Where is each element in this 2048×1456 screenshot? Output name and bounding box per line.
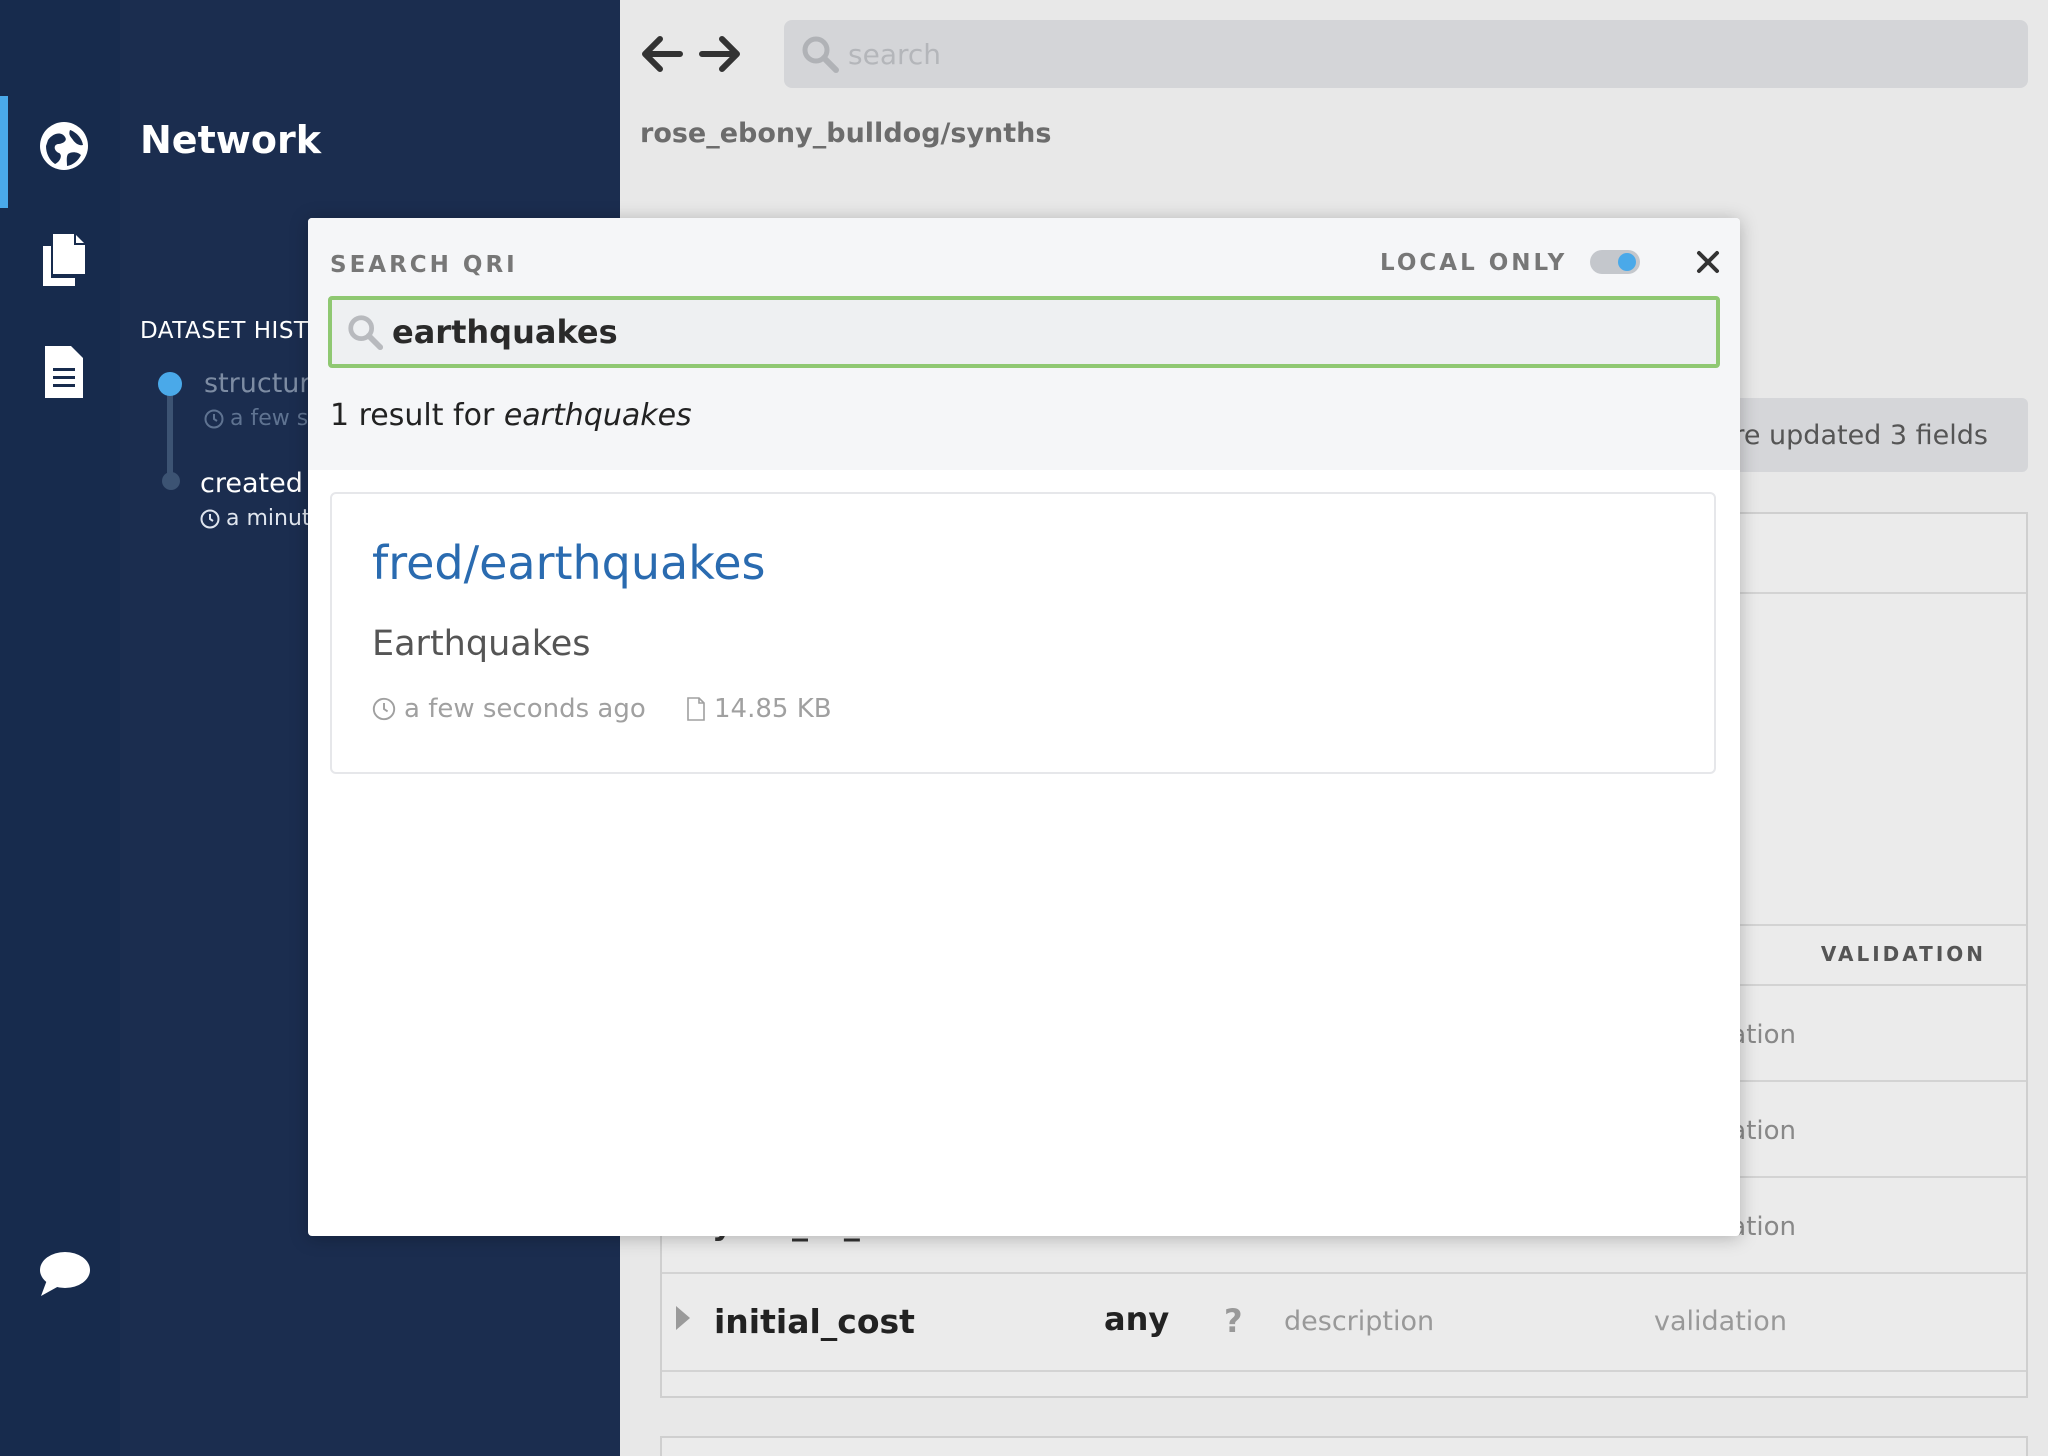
dataset-path: rose_ebony_bulldog/synths [640, 118, 1052, 149]
toggle-knob [1618, 253, 1636, 271]
timeline-dot-active [158, 372, 182, 396]
required-icon[interactable]: ? [1224, 1302, 1243, 1340]
globe-icon[interactable] [36, 118, 92, 174]
result-time-label: a few seconds ago [404, 694, 646, 724]
field-description[interactable]: description [1284, 1306, 1434, 1337]
divider [662, 1370, 2026, 1372]
timeline-dot [162, 472, 180, 490]
result-size-label: 14.85 KB [714, 694, 832, 724]
next-panel [660, 1436, 2028, 1456]
top-search-input[interactable] [848, 37, 1948, 71]
result-count-prefix: 1 result for [330, 398, 504, 433]
result-card[interactable]: fred/earthquakes Earthquakes a few secon… [330, 492, 1716, 774]
active-indicator [0, 96, 8, 208]
field-type[interactable]: any [1104, 1300, 1169, 1338]
chat-icon[interactable] [36, 1246, 92, 1302]
search-modal: SEARCH QRI LOCAL ONLY 1 result for earth… [308, 218, 1740, 1236]
result-timestamp: a few seconds ago [372, 694, 646, 724]
back-arrow-icon[interactable] [638, 30, 686, 78]
result-dataset-title: Earthquakes [372, 624, 591, 664]
forward-arrow-icon[interactable] [696, 30, 744, 78]
field-name: initial_cost [714, 1302, 915, 1341]
clock-icon [372, 697, 396, 721]
file-icon [687, 697, 705, 721]
document-icon[interactable] [36, 344, 92, 400]
result-count-query: earthquakes [503, 398, 692, 433]
clock-icon [204, 409, 224, 428]
modal-search-input[interactable] [392, 313, 1692, 351]
close-icon[interactable] [1692, 246, 1724, 278]
result-dataset-name[interactable]: fred/earthquakes [372, 536, 766, 590]
result-count: 1 result for earthquakes [330, 398, 692, 433]
modal-header: SEARCH QRI LOCAL ONLY 1 result for earth… [308, 218, 1740, 470]
modal-search-field[interactable] [328, 296, 1720, 368]
local-only-label: LOCAL ONLY [1380, 250, 1568, 276]
expand-caret-icon[interactable] [676, 1306, 690, 1330]
top-search-bar[interactable] [784, 20, 2028, 88]
timeline-line [167, 384, 173, 482]
files-icon[interactable] [36, 232, 92, 288]
search-icon [348, 315, 384, 351]
clock-icon [200, 509, 220, 528]
divider [662, 1272, 2026, 1274]
modal-title: SEARCH QRI [330, 252, 518, 278]
icon-rail [0, 0, 120, 1456]
field-validation[interactable]: validation [1654, 1306, 1787, 1337]
sidebar-title: Network [140, 118, 321, 162]
schema-header-validation: VALIDATION [1820, 942, 1986, 966]
schema-row[interactable]: initial_cost any ? description validatio… [662, 1276, 2026, 1372]
search-icon [802, 36, 839, 73]
local-only-toggle[interactable] [1590, 250, 1640, 274]
result-filesize: 14.85 KB [686, 694, 832, 724]
